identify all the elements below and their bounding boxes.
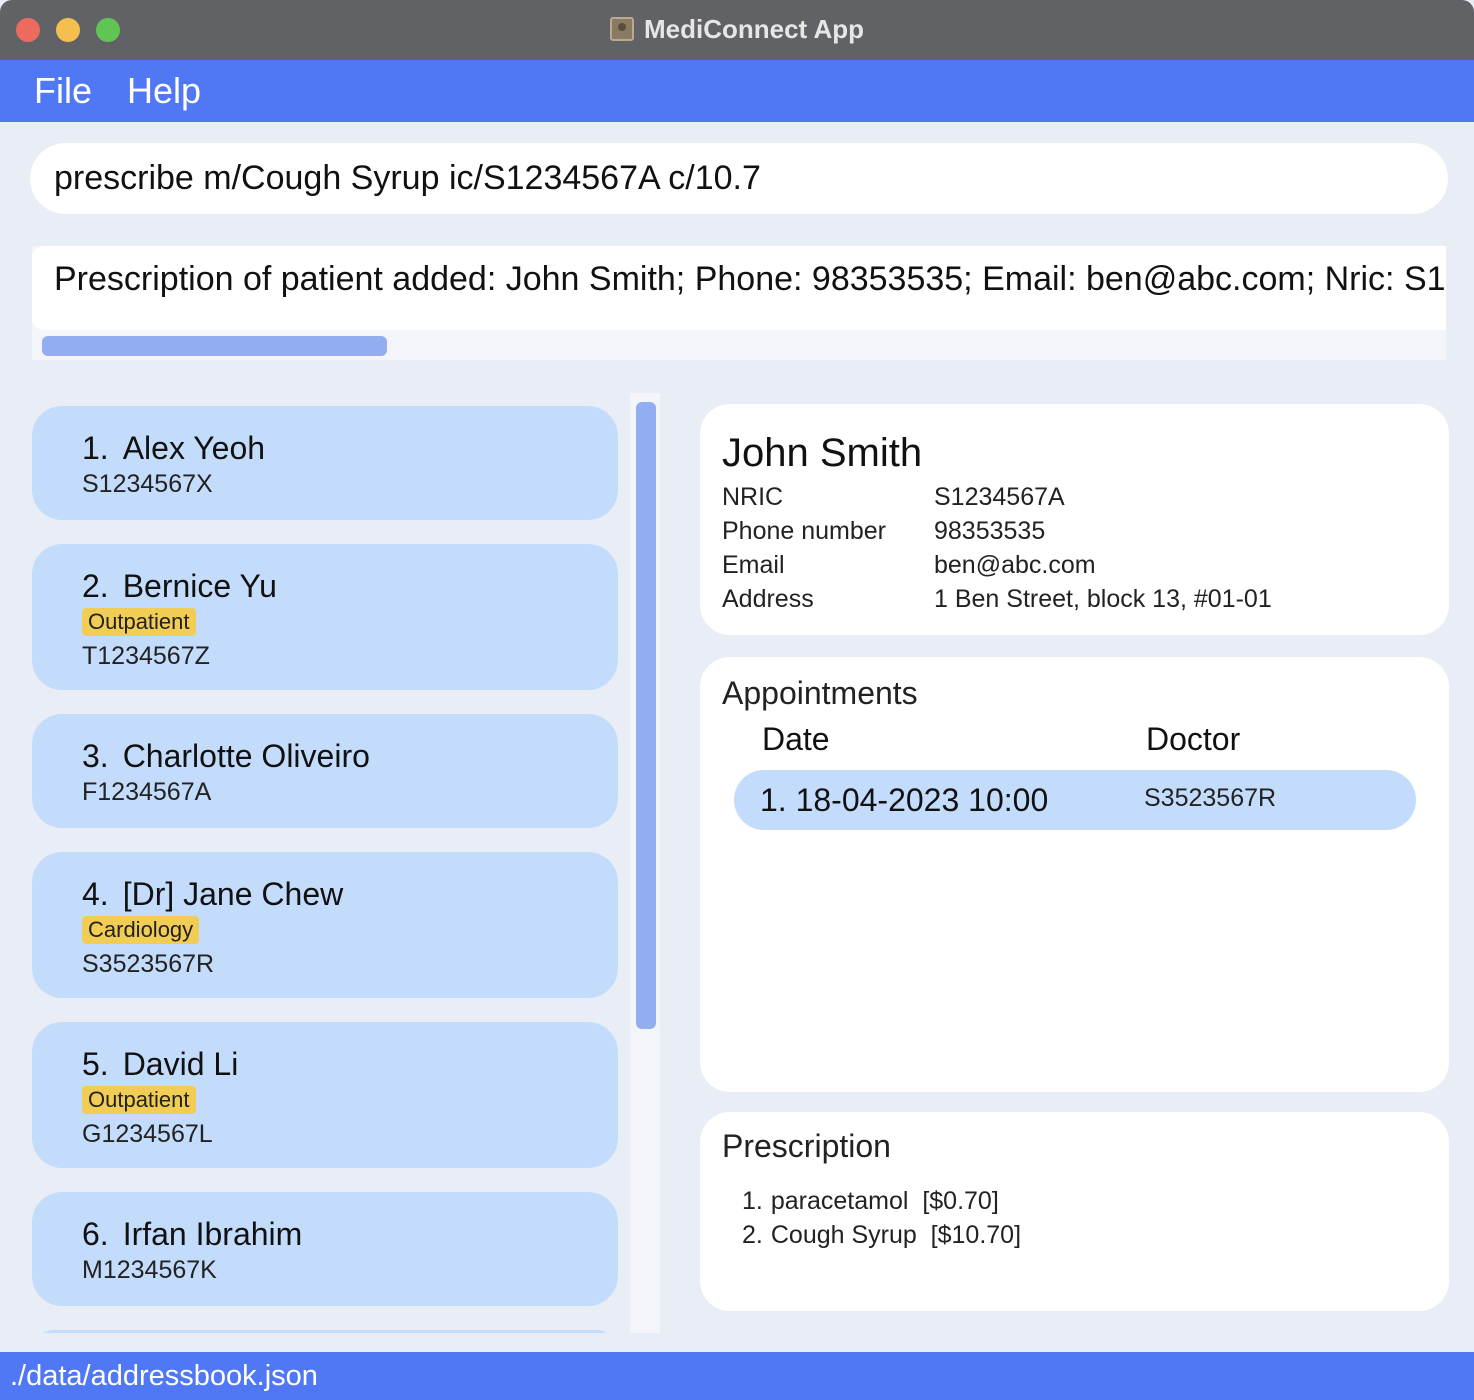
patient-tag: Outpatient bbox=[82, 1086, 196, 1114]
patient-card[interactable]: 3. Charlotte Oliveiro F1234567A bbox=[32, 714, 618, 828]
detail-row-phone: Phone number 98353535 bbox=[722, 514, 1427, 548]
patient-index: 2. bbox=[82, 568, 109, 604]
patient-name: Irfan Ibrahim bbox=[122, 1216, 303, 1252]
detail-value: S1234567A bbox=[934, 483, 1065, 511]
patient-card[interactable]: 6. Irfan Ibrahim M1234567K bbox=[32, 1192, 618, 1306]
window-title: MediConnect App bbox=[643, 14, 865, 44]
patient-nric: G1234567L bbox=[82, 1120, 213, 1148]
patient-name-line: 5. David Li bbox=[82, 1044, 568, 1084]
patient-list-scrollbar-track[interactable] bbox=[630, 393, 660, 1333]
patient-name-line: 6. Irfan Ibrahim bbox=[82, 1214, 568, 1254]
appointments-col-doctor: Doctor bbox=[1146, 721, 1241, 757]
prescription-text: Cough Syrup [$10.70] bbox=[770, 1221, 1022, 1249]
prescription-item: 2. Cough Syrup [$10.70] bbox=[742, 1218, 1427, 1252]
result-horizontal-scrollbar[interactable] bbox=[42, 336, 387, 356]
appointments-panel: Appointments Date Doctor 1. 18-04-2023 1… bbox=[700, 657, 1449, 1092]
prescription-index: 1. bbox=[742, 1187, 763, 1215]
appointment-index: 1. bbox=[760, 782, 787, 818]
window-title-wrap: MediConnect App bbox=[0, 14, 1474, 45]
patient-nric: F1234567A bbox=[82, 778, 212, 806]
detail-row-nric: NRIC S1234567A bbox=[722, 480, 1427, 514]
detail-label: NRIC bbox=[722, 483, 784, 511]
prescription-item: 1. paracetamol [$0.70] bbox=[742, 1184, 1427, 1218]
appointment-date: 1. 18-04-2023 10:00 bbox=[760, 782, 1048, 819]
patient-card[interactable]: 1. Alex Yeoh S1234567X bbox=[32, 406, 618, 520]
patient-name: Bernice Yu bbox=[122, 568, 277, 604]
patient-name-line: 3. Charlotte Oliveiro bbox=[82, 736, 568, 776]
patient-index: 4. bbox=[82, 876, 109, 912]
command-input[interactable]: prescribe m/Cough Syrup ic/S1234567A c/1… bbox=[30, 143, 1448, 214]
patient-nric: S1234567X bbox=[82, 470, 213, 498]
appointment-datetime: 18-04-2023 10:00 bbox=[795, 782, 1049, 818]
detail-value: ben@abc.com bbox=[934, 551, 1096, 579]
patient-nric: M1234567K bbox=[82, 1256, 217, 1284]
detail-value: 1 Ben Street, block 13, #01-01 bbox=[934, 585, 1272, 613]
detail-value: 98353535 bbox=[934, 517, 1046, 545]
status-path: ./data/addressbook.json bbox=[10, 1360, 318, 1392]
patient-list-scrollbar-thumb[interactable] bbox=[636, 402, 656, 1029]
patient-index: 6. bbox=[82, 1216, 109, 1252]
appointments-title: Appointments bbox=[722, 675, 918, 711]
patient-tag: Outpatient bbox=[82, 608, 196, 636]
appointment-row[interactable]: 1. 18-04-2023 10:00 S3523567R bbox=[734, 770, 1416, 830]
menu-help[interactable]: Help bbox=[127, 70, 201, 112]
detail-name: John Smith bbox=[722, 431, 923, 475]
prescription-panel: Prescription 1. paracetamol [$0.70] 2. Cou… bbox=[700, 1112, 1449, 1311]
patient-card[interactable]: 4. [Dr] Jane Chew Cardiology S3523567R bbox=[32, 852, 618, 998]
prescription-title: Prescription bbox=[722, 1128, 891, 1164]
patient-card[interactable]: 2. Bernice Yu Outpatient T1234567Z bbox=[32, 544, 618, 690]
app-icon bbox=[609, 17, 634, 41]
patient-name-line: 1. Alex Yeoh bbox=[82, 428, 568, 468]
detail-label: Address bbox=[722, 585, 814, 613]
appointments-col-date: Date bbox=[762, 721, 830, 757]
menu-bar: File Help bbox=[0, 60, 1474, 122]
patient-name: Charlotte Oliveiro bbox=[122, 738, 370, 774]
result-display: Prescription of patient added: John Smit… bbox=[32, 246, 1446, 360]
patient-name: David Li bbox=[122, 1046, 239, 1082]
patient-name: [Dr] Jane Chew bbox=[122, 876, 344, 912]
title-bar: MediConnect App bbox=[0, 0, 1474, 60]
patient-detail-panel: John Smith NRIC S1234567A Phone number 9… bbox=[700, 404, 1449, 635]
patient-index: 1. bbox=[82, 430, 109, 466]
patient-name-line: 4. [Dr] Jane Chew bbox=[82, 874, 568, 914]
patient-index: 3. bbox=[82, 738, 109, 774]
result-text: Prescription of patient added: John Smit… bbox=[32, 246, 1446, 330]
appointments-header: Date Doctor bbox=[722, 713, 1427, 763]
detail-row-address: Address 1 Ben Street, block 13, #01-01 bbox=[722, 582, 1427, 616]
prescription-text: paracetamol [$0.70] bbox=[770, 1187, 999, 1215]
appointment-doctor: S3523567R bbox=[1144, 784, 1277, 812]
status-bar: ./data/addressbook.json bbox=[0, 1352, 1474, 1400]
patient-nric: T1234567Z bbox=[82, 642, 210, 670]
detail-row-email: Email ben@abc.com bbox=[722, 548, 1427, 582]
prescription-list: 1. paracetamol [$0.70] 2. Cough Syrup [$10… bbox=[722, 1184, 1427, 1252]
patient-list: 1. Alex Yeoh S1234567X 2. Bernice Yu Outpa… bbox=[30, 393, 630, 1333]
detail-label: Email bbox=[722, 551, 785, 579]
detail-label: Phone number bbox=[722, 517, 887, 545]
patient-card-partial[interactable] bbox=[32, 1330, 618, 1333]
patient-card[interactable]: 5. David Li Outpatient G1234567L bbox=[32, 1022, 618, 1168]
patient-nric: S3523567R bbox=[82, 950, 215, 978]
patient-index: 5. bbox=[82, 1046, 109, 1082]
prescription-index: 2. bbox=[742, 1221, 763, 1249]
menu-file[interactable]: File bbox=[34, 70, 92, 112]
patient-tag: Cardiology bbox=[82, 916, 200, 944]
patient-name: Alex Yeoh bbox=[122, 430, 266, 466]
patient-name-line: 2. Bernice Yu bbox=[82, 566, 568, 606]
